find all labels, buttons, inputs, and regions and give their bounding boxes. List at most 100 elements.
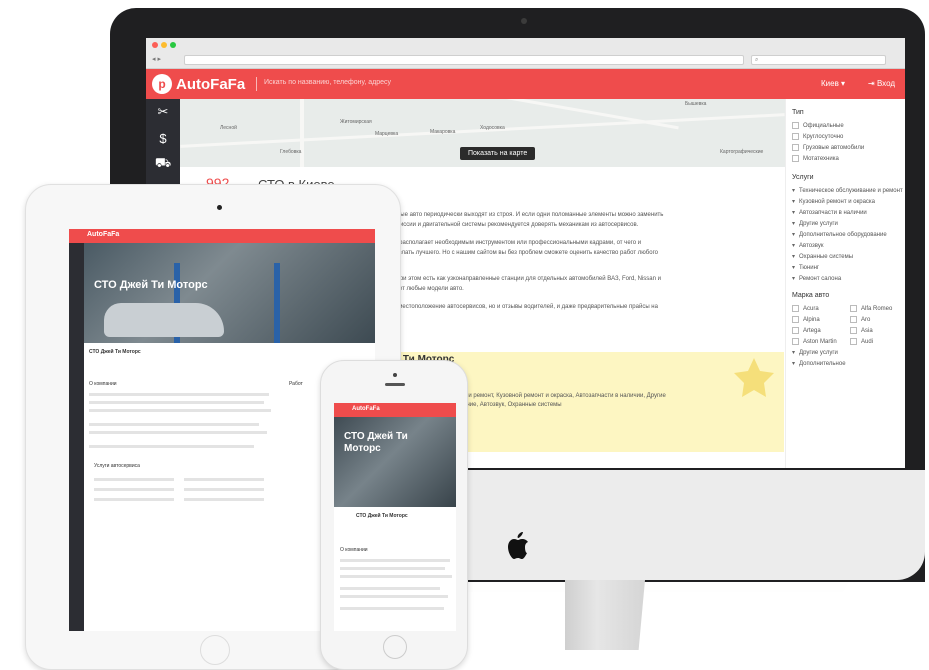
map-label: Бышевка bbox=[685, 101, 707, 107]
checkbox[interactable] bbox=[850, 305, 857, 312]
header-search-input[interactable]: Искать по названию, телефону, адресу bbox=[264, 79, 391, 86]
filter-type-option[interactable]: Мотатехника bbox=[792, 153, 905, 164]
lift-post bbox=[274, 263, 280, 343]
map-label: Житомирская bbox=[340, 119, 372, 125]
text-line bbox=[94, 488, 174, 491]
filter-type-option[interactable]: Официальные bbox=[792, 120, 905, 131]
filter-service-option[interactable]: ▾ Кузовной ремонт и окраска bbox=[792, 196, 905, 207]
checkbox[interactable] bbox=[792, 305, 799, 312]
brand-option[interactable]: Acura bbox=[792, 303, 850, 314]
iphone-hero-title: СТО Джей Ти Моторс bbox=[344, 431, 408, 454]
close-window-icon[interactable] bbox=[152, 42, 158, 48]
brand-option[interactable]: Aro bbox=[850, 314, 905, 325]
text-line bbox=[94, 498, 174, 501]
chevron-down-icon: ▾ bbox=[792, 232, 796, 238]
iphone-logo-text[interactable]: AutoFaFa bbox=[352, 406, 380, 412]
browser-chrome: ◂ ▸ ⌕ bbox=[146, 38, 905, 69]
brand-option[interactable]: Aston Martin bbox=[792, 336, 850, 347]
brand-option[interactable]: Alpina bbox=[792, 314, 850, 325]
filter-type-option[interactable]: Грузовые автомобили bbox=[792, 142, 905, 153]
filter-service-option[interactable]: ▾ Охранные системы bbox=[792, 251, 905, 262]
intro-text: ми, не располагает необходимым инструмен… bbox=[380, 240, 642, 246]
iphone-content: СТО Джей Ти Моторс О компании bbox=[334, 507, 456, 631]
filter-service-option[interactable]: ▾ Автозвук bbox=[792, 240, 905, 251]
ipad-side-navigation bbox=[69, 243, 84, 631]
text-line bbox=[89, 401, 264, 404]
checkbox[interactable] bbox=[850, 338, 857, 345]
minimize-window-icon[interactable] bbox=[161, 42, 167, 48]
address-bar[interactable] bbox=[184, 55, 744, 65]
checkbox[interactable] bbox=[850, 316, 857, 323]
iphone-home-button[interactable] bbox=[383, 635, 407, 659]
brand-option[interactable]: Alfa Romeo bbox=[850, 303, 905, 314]
chevron-down-icon: ▾ bbox=[792, 210, 796, 216]
brand-option[interactable]: Artega bbox=[792, 325, 850, 336]
option-label: Техническое обслуживание и ремонт bbox=[799, 187, 903, 194]
apple-logo-icon bbox=[508, 532, 528, 559]
zoom-window-icon[interactable] bbox=[170, 42, 176, 48]
browser-nav-arrows-icon[interactable]: ◂ ▸ bbox=[152, 55, 161, 63]
option-label: Дополнительное оборудование bbox=[799, 231, 887, 238]
brand-option[interactable]: Asia bbox=[850, 325, 905, 336]
show-on-map-button[interactable]: Показать на карте bbox=[460, 147, 536, 160]
browser-search-field[interactable]: ⌕ bbox=[751, 55, 886, 65]
filter-service-option[interactable]: ▾ Другие услуги bbox=[792, 218, 905, 229]
option-label: Ремонт салона bbox=[799, 275, 842, 282]
iphone-about-heading: О компании bbox=[340, 547, 368, 553]
checkbox[interactable] bbox=[850, 327, 857, 334]
checkbox[interactable] bbox=[792, 316, 799, 323]
brand-option[interactable]: Audi bbox=[850, 336, 905, 347]
map-label: Ходосовка bbox=[480, 125, 505, 131]
filter-service-option[interactable]: ▾ Автозапчасти в наличии bbox=[792, 207, 905, 218]
checkbox[interactable] bbox=[792, 122, 799, 129]
option-label: Тюнинг bbox=[799, 264, 820, 271]
map-area[interactable]: Бышевка Лесной Житомирская Макаровка Мар… bbox=[180, 99, 785, 167]
map-label: Лесной bbox=[220, 125, 237, 131]
map-label: Картографические bbox=[720, 149, 764, 155]
nav-tow-truck-icon[interactable]: ⛟ bbox=[146, 151, 180, 177]
map-label: Марцевка bbox=[375, 131, 399, 137]
filter-service-option[interactable]: ▾ Дополнительное bbox=[792, 358, 905, 369]
checkbox[interactable] bbox=[792, 338, 799, 345]
ipad-company-name: СТО Джей Ти Моторс bbox=[89, 349, 141, 355]
option-label: Автозвук bbox=[799, 242, 824, 249]
nav-price-icon[interactable]: $ bbox=[146, 125, 180, 151]
filter-service-option[interactable]: ▾ Техническое обслуживание и ремонт bbox=[792, 185, 905, 196]
map-label: Глебовка bbox=[280, 149, 302, 155]
option-label: Aston Martin bbox=[803, 338, 837, 345]
checkbox[interactable] bbox=[792, 155, 799, 162]
filter-service-option[interactable]: ▾ Другие услуги bbox=[792, 347, 905, 358]
ipad-logo-text[interactable]: AutoFaFa bbox=[87, 231, 119, 238]
ipad-home-button[interactable] bbox=[200, 635, 230, 665]
card-services: вание, Автозвук, Охранные системы bbox=[460, 402, 562, 408]
checkbox[interactable] bbox=[792, 327, 799, 334]
text-line bbox=[184, 488, 264, 491]
checkbox[interactable] bbox=[792, 133, 799, 140]
filter-service-option[interactable]: ▾ Тюнинг bbox=[792, 262, 905, 273]
option-label: Другие услуги bbox=[799, 349, 838, 356]
iphone-camera bbox=[393, 373, 397, 377]
iphone-company-name: СТО Джей Ти Моторс bbox=[356, 513, 408, 519]
ipad-about-heading: О компании bbox=[89, 381, 117, 387]
checkbox[interactable] bbox=[792, 144, 799, 151]
option-label: Мотатехника bbox=[803, 155, 839, 162]
iphone-screen: AutoFaFa СТО Джей Ти Моторс СТО Джей Ти … bbox=[334, 403, 456, 631]
login-icon: ⇥ bbox=[868, 79, 877, 88]
filter-service-option[interactable]: ▾ Дополнительное оборудование bbox=[792, 229, 905, 240]
text-line bbox=[184, 498, 264, 501]
chevron-down-icon: ▾ bbox=[792, 254, 796, 260]
filter-type-option[interactable]: Круглосуточно bbox=[792, 131, 905, 142]
option-label: Кузовной ремонт и окраска bbox=[799, 198, 875, 205]
filter-type-heading: Тип bbox=[792, 109, 804, 116]
chevron-down-icon: ▾ bbox=[792, 350, 796, 356]
text-line bbox=[94, 478, 174, 481]
option-label: Официальные bbox=[803, 122, 844, 129]
nav-tools-icon[interactable]: ✂ bbox=[146, 99, 180, 125]
option-label: Автозапчасти в наличии bbox=[799, 209, 867, 216]
intro-text: трансмиссии и двигательной системы реком… bbox=[380, 222, 639, 228]
stage: ◂ ▸ ⌕ p AutoFaFa Искать по названию, тел… bbox=[0, 0, 929, 670]
city-selector[interactable]: Киев ▾ bbox=[821, 79, 845, 88]
site-logo[interactable]: p AutoFaFa bbox=[152, 74, 245, 94]
filter-service-option[interactable]: ▾ Ремонт салона bbox=[792, 273, 905, 284]
login-link[interactable]: ⇥ Вход bbox=[868, 79, 895, 88]
